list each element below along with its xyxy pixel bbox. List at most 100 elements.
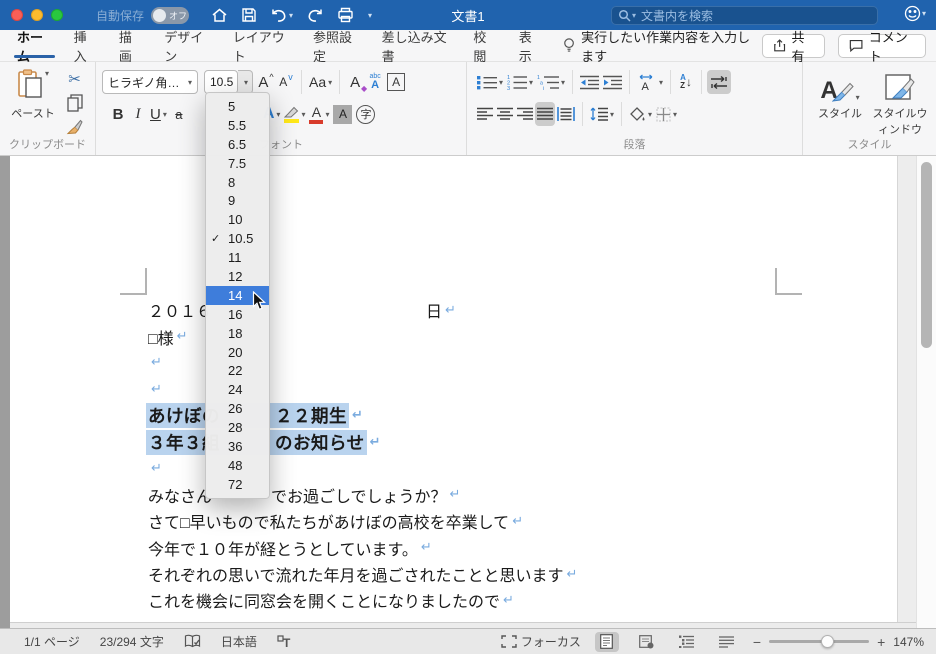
font-size-option-20[interactable]: 20 <box>206 343 269 362</box>
zoom-out-button[interactable]: − <box>753 634 761 650</box>
print-icon[interactable] <box>337 7 354 23</box>
text-highlight-button[interactable]: ▾ <box>282 102 307 126</box>
bold-button[interactable]: B <box>108 102 128 126</box>
change-case-button[interactable]: Aa ▾ <box>307 70 334 94</box>
paste-button[interactable]: ▾ ペースト <box>8 69 58 121</box>
character-border-button[interactable]: A <box>385 70 407 94</box>
font-size-option-10.5[interactable]: ✓ 10.5 <box>206 229 269 248</box>
search-scope-chevron-icon[interactable]: ▾ <box>632 11 636 20</box>
underline-button[interactable]: U ▾ <box>148 102 169 126</box>
tab-校閲[interactable]: 校閲 <box>462 30 507 64</box>
font-size-option-5.5[interactable]: 5.5 <box>206 116 269 135</box>
zoom-slider-thumb[interactable] <box>821 635 835 648</box>
tab-表示[interactable]: 表示 <box>508 30 553 64</box>
minimize-window-button[interactable] <box>31 9 43 21</box>
document-line[interactable]: これを機会に同窓会を開くことになりましたので ↵ <box>148 587 577 613</box>
undo-chevron-icon[interactable]: ▾ <box>289 11 293 20</box>
undo-icon[interactable]: ▾ <box>270 8 293 23</box>
focus-mode-button[interactable]: フォーカス <box>501 633 581 650</box>
font-size-option-36[interactable]: 36 <box>206 437 269 456</box>
tell-me-control[interactable]: 実行したい作業内容を入力します <box>563 27 762 65</box>
document-line[interactable]: 今年で１０年が経とうとしています。 ↵ <box>148 535 577 561</box>
cut-icon[interactable]: ✂ <box>68 70 81 88</box>
print-layout-view-button[interactable] <box>594 631 619 652</box>
feedback-chevron-icon[interactable]: ▾ <box>922 9 926 18</box>
ink-tool-status[interactable]: T <box>277 634 293 649</box>
grow-font-button[interactable]: A ^ <box>256 70 276 94</box>
outline-view-button[interactable] <box>675 632 699 652</box>
autosave-toggle[interactable]: オフ <box>151 6 190 24</box>
redo-icon[interactable] <box>306 8 324 23</box>
font-size-option-24[interactable]: 24 <box>206 380 269 399</box>
font-color-button[interactable]: A ▾ <box>307 102 331 126</box>
document-line[interactable]: それぞれの思いで流れた年月を過ごされたことと思います ↵ <box>148 561 577 587</box>
close-window-button[interactable] <box>11 9 23 21</box>
strikethrough-button[interactable]: a <box>169 102 189 126</box>
distribute-button[interactable] <box>555 102 577 126</box>
spellcheck-status[interactable] <box>184 634 201 649</box>
align-left-button[interactable] <box>475 102 495 126</box>
comments-button[interactable]: コメント <box>838 30 926 64</box>
tab-描画[interactable]: 描画 <box>108 30 153 64</box>
font-size-option-48[interactable]: 48 <box>206 456 269 475</box>
format-painter-icon[interactable] <box>66 118 83 135</box>
char-count[interactable]: 23/294 文字 <box>100 633 164 650</box>
search-input[interactable] <box>641 8 842 23</box>
phonetic-guide-button[interactable]: abc A <box>365 70 385 94</box>
paste-chevron-icon[interactable]: ▾ <box>45 69 49 78</box>
font-size-option-7.5[interactable]: 7.5 <box>206 154 269 173</box>
align-right-button[interactable] <box>515 102 535 126</box>
zoom-level[interactable]: 147% <box>893 635 924 649</box>
font-size-option-9[interactable]: 9 <box>206 191 269 210</box>
toolbar-options-chevron-icon[interactable]: ▾ <box>368 11 372 20</box>
decrease-indent-button[interactable] <box>578 70 601 94</box>
font-size-dropdown-button[interactable]: ▾ <box>238 70 253 94</box>
borders-button[interactable]: ▾ <box>654 102 679 126</box>
tab-参照設定[interactable]: 参照設定 <box>302 30 371 64</box>
italic-button[interactable]: I <box>128 102 148 126</box>
font-size-option-10[interactable]: 10 <box>206 210 269 229</box>
zoom-in-button[interactable]: + <box>877 634 885 650</box>
enclose-characters-button[interactable]: 字 <box>354 102 377 126</box>
font-size-option-5[interactable]: 5 <box>206 97 269 116</box>
line-spacing-button[interactable]: ▾ <box>588 102 616 126</box>
numbering-button[interactable]: 123 ▾ <box>505 70 535 94</box>
draft-view-button[interactable] <box>715 632 739 652</box>
zoom-slider[interactable] <box>769 635 870 648</box>
font-size-option-6.5[interactable]: 6.5 <box>206 135 269 154</box>
increase-indent-button[interactable] <box>601 70 624 94</box>
vertical-scrollbar[interactable] <box>916 156 936 628</box>
font-size-option-11[interactable]: 11 <box>206 248 269 267</box>
font-size-option-28[interactable]: 28 <box>206 418 269 437</box>
styles-button[interactable]: A ▾ スタイル <box>811 68 869 121</box>
font-name-combo[interactable]: ヒラギノ角… ▾ <box>102 70 198 94</box>
tab-デザイン[interactable]: デザイン <box>153 30 222 64</box>
style-window-button[interactable]: スタイルウィンドウ <box>869 68 931 137</box>
align-center-button[interactable] <box>495 102 515 126</box>
font-size-option-18[interactable]: 18 <box>206 324 269 343</box>
formatting-marks-toggle[interactable] <box>707 70 732 94</box>
language-status[interactable]: 日本語 <box>221 633 257 650</box>
asian-layout-button[interactable]: A ▾ <box>635 70 665 94</box>
tab-挿入[interactable]: 挿入 <box>63 30 108 64</box>
font-size-option-12[interactable]: 12 <box>206 267 269 286</box>
home-icon[interactable] <box>211 7 228 23</box>
tab-ホーム[interactable]: ホーム <box>6 30 63 64</box>
character-shading-button[interactable]: A <box>331 102 354 126</box>
copy-icon[interactable] <box>66 94 83 112</box>
font-size-option-22[interactable]: 22 <box>206 361 269 380</box>
tab-レイアウト[interactable]: レイアウト <box>222 30 302 64</box>
scrollbar-thumb[interactable] <box>921 162 932 348</box>
document-line[interactable]: さて□早いもので私たちがあけぼの高校を卒業して ↵ <box>148 508 577 534</box>
web-layout-view-button[interactable] <box>635 632 659 652</box>
clear-formatting-button[interactable]: A ◆ <box>345 70 367 94</box>
justify-button[interactable] <box>535 102 555 126</box>
sort-button[interactable]: AZ ↓ <box>676 70 696 94</box>
multilevel-list-button[interactable]: 1ai ▾ <box>535 70 567 94</box>
shading-button[interactable]: ▾ <box>627 102 654 126</box>
search-box[interactable]: ▾ <box>611 6 878 25</box>
font-size-combo[interactable]: 10.5 <box>204 70 238 94</box>
font-size-option-26[interactable]: 26 <box>206 399 269 418</box>
zoom-window-button[interactable] <box>51 9 63 21</box>
save-icon[interactable] <box>241 7 257 23</box>
